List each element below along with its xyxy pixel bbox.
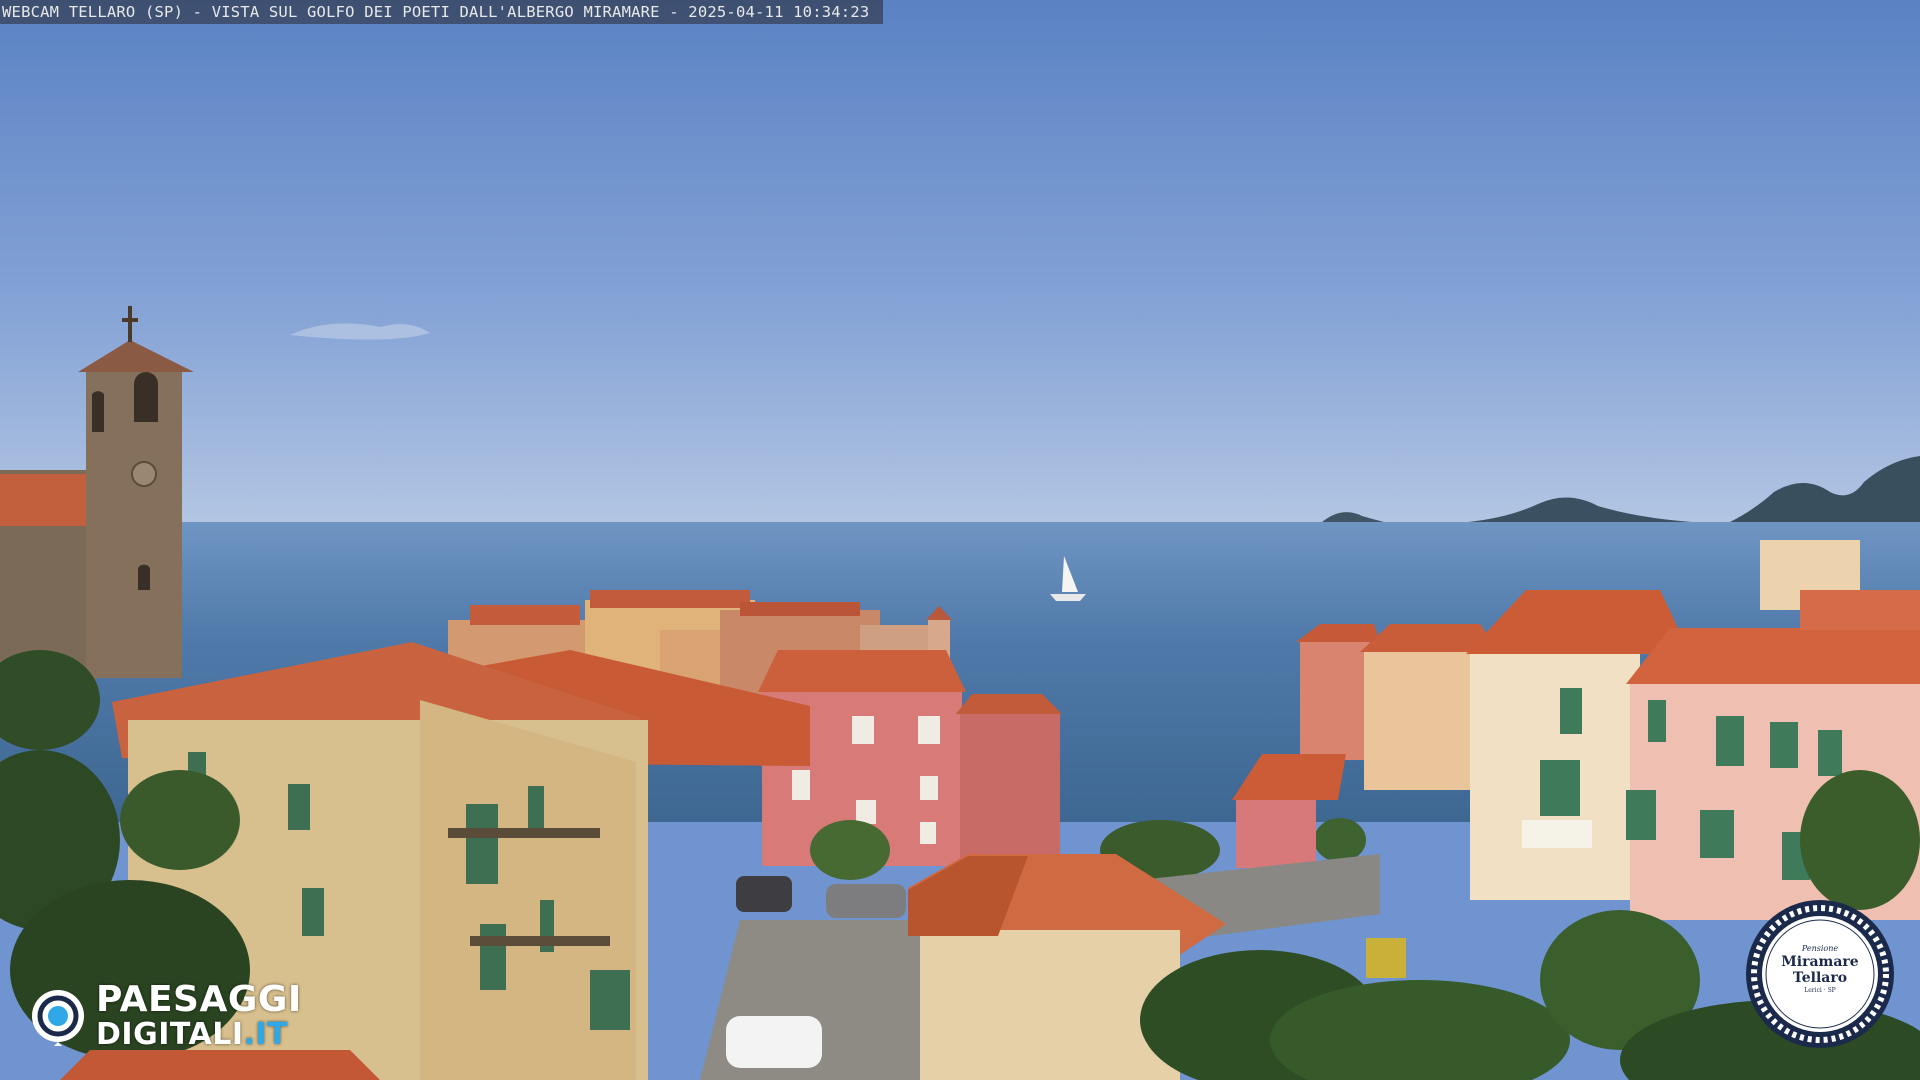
webcam-frame: WEBCAM TELLARO (SP) - VISTA SUL GOLFO DE… [0,0,1920,1080]
brand-line1: PAESAGGI [96,979,302,1020]
miramare-tellaro-badge: Pensione Miramare Tellaro Lerici · SP [1744,898,1896,1050]
brand-line2-main: DIGITALI [96,1017,244,1052]
paesaggi-digitali-logo: PAESAGGI DIGITALI.IT [28,980,348,1052]
sky [0,0,1920,525]
brand-line2-suffix: .IT [243,1017,289,1052]
badge-name-line2: Tellaro [1792,970,1848,986]
eye-icon [32,990,84,1046]
badge-text: Pensione Miramare Tellaro Lerici · SP [1770,944,1870,996]
webcam-scene [0,0,1920,1080]
badge-sub: Lerici · SP [1804,987,1836,994]
roof-foreground-left [60,1050,380,1080]
brand-line2: DIGITALI.IT [96,1018,288,1052]
badge-name-line1: Miramare [1781,954,1859,970]
badge-pre: Pensione [1801,944,1839,953]
webcam-caption: WEBCAM TELLARO (SP) - VISTA SUL GOLFO DE… [0,0,884,24]
